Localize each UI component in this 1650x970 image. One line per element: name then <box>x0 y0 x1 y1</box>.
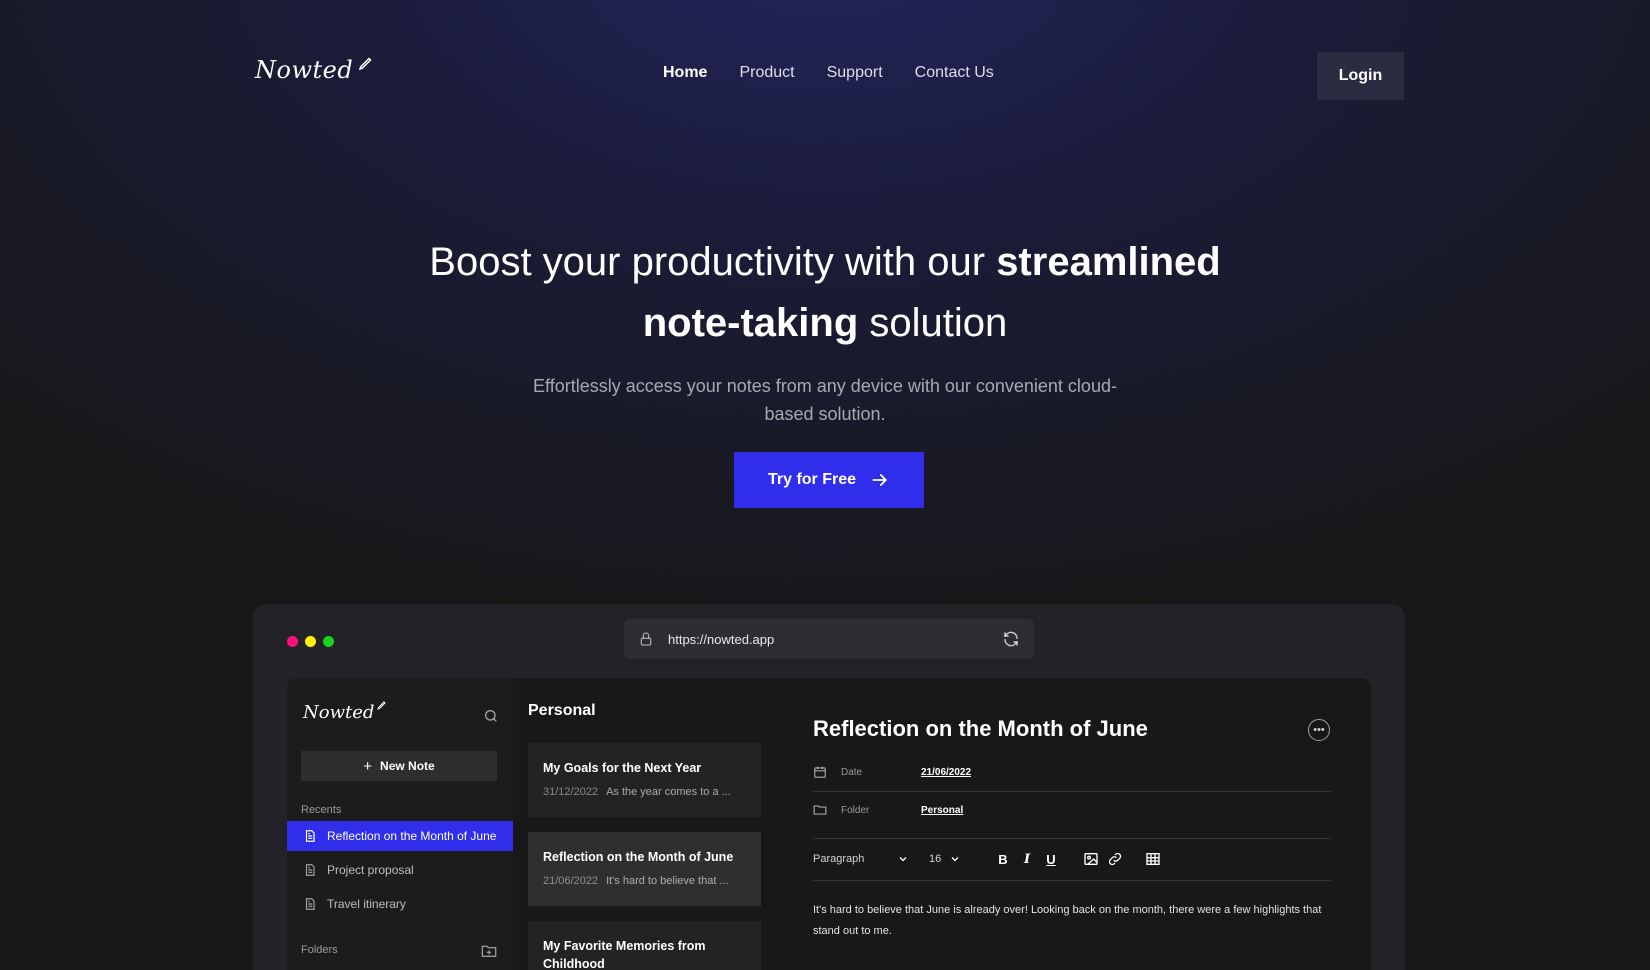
sidebar-item-travel-itinerary[interactable]: Travel itinerary <box>287 889 513 919</box>
folder-title: Personal <box>528 702 596 719</box>
note-card-title: My Favorite Memories from Childhood <box>543 939 706 970</box>
nav-link-support[interactable]: Support <box>827 64 883 82</box>
nav-link-contact[interactable]: Contact Us <box>915 64 994 82</box>
sidebar-item-label: Reflection on the Month of June <box>327 829 497 843</box>
table-icon[interactable] <box>1145 851 1161 867</box>
lock-icon <box>640 632 652 646</box>
recents-label: Recents <box>301 804 342 816</box>
cta-label: Try for Free <box>767 471 857 488</box>
window-controls <box>287 636 334 647</box>
nav-link-product[interactable]: Product <box>739 64 794 82</box>
paragraph-select-value: Paragraph <box>813 853 865 865</box>
url-text: https://nowted.app <box>668 631 775 647</box>
hero-subtitle: Effortlessly access your notes from any … <box>533 376 1117 424</box>
add-folder-icon[interactable] <box>481 944 497 958</box>
hero-title-part1: Boost your productivity with our <box>429 240 997 284</box>
sidebar-item-project-proposal[interactable]: Project proposal <box>287 855 513 885</box>
note-card-title: Reflection on the Month of June <box>543 850 734 864</box>
browser-mockup: https://nowted.app Nowted + New Note Rec… <box>253 604 1405 970</box>
folder-icon <box>813 805 827 815</box>
sidebar-item-label: Project proposal <box>327 863 414 877</box>
new-note-label: New Note <box>380 759 435 773</box>
date-property: Date 21/06/2022 <box>813 754 1331 790</box>
note-card-date: 21/06/2022 <box>543 875 599 887</box>
pen-icon <box>359 57 372 71</box>
note-body[interactable]: It's hard to believe that June is alread… <box>813 900 1333 942</box>
note-card-meta: 31/12/2022 As the year comes to a ... <box>543 786 746 798</box>
arrow-right-icon <box>872 474 887 486</box>
more-options-icon[interactable]: ••• <box>1308 719 1330 741</box>
link-icon[interactable] <box>1107 851 1123 867</box>
close-dot <box>287 636 298 647</box>
chevron-down-icon <box>951 857 959 862</box>
document-icon <box>305 864 315 876</box>
font-size-select[interactable]: 16 <box>929 853 991 865</box>
date-label: Date <box>841 766 863 778</box>
folder-value[interactable]: Personal <box>921 805 963 816</box>
main-nav: Home Product Support Contact Us <box>663 64 994 82</box>
paragraph-select[interactable]: Paragraph <box>813 853 913 865</box>
hero-title: Boost your productivity with our streaml… <box>325 232 1325 354</box>
app-preview: Nowted + New Note Recents Reflection on … <box>287 678 1371 970</box>
format-toolbar: Paragraph 16 B I U <box>813 844 1331 874</box>
sidebar-item-reflection[interactable]: Reflection on the Month of June <box>287 821 513 851</box>
folders-label: Folders <box>301 944 338 956</box>
note-card-title: My Goals for the Next Year <box>543 761 702 775</box>
search-icon[interactable] <box>483 708 499 724</box>
app-sidebar: Nowted + New Note Recents Reflection on … <box>287 678 513 970</box>
try-for-free-button[interactable]: Try for Free <box>734 452 924 508</box>
brand-logo[interactable]: Nowted <box>255 56 372 84</box>
login-button[interactable]: Login <box>1317 52 1404 100</box>
divider <box>813 880 1331 881</box>
refresh-icon[interactable] <box>1002 630 1020 648</box>
note-card-selected[interactable]: Reflection on the Month of June 21/06/20… <box>528 832 761 906</box>
note-card-preview: It's hard to believe that ... <box>606 875 729 887</box>
font-size-value: 16 <box>929 853 942 865</box>
minimize-dot <box>305 636 316 647</box>
new-note-button[interactable]: + New Note <box>301 751 497 781</box>
document-icon <box>305 830 315 842</box>
note-title[interactable]: Reflection on the Month of June <box>813 716 1148 742</box>
url-bar[interactable]: https://nowted.app <box>624 619 1034 659</box>
pen-icon <box>377 701 387 710</box>
note-card[interactable]: My Goals for the Next Year 31/12/2022 As … <box>528 743 761 817</box>
hero-title-bold1: streamlined <box>996 240 1221 284</box>
hero-title-bold2: note-taking <box>642 301 859 345</box>
divider <box>813 838 1331 839</box>
note-list: Personal My Goals for the Next Year 31/1… <box>513 678 777 970</box>
note-card-meta: 21/06/2022 It's hard to believe that ... <box>543 875 746 887</box>
note-card[interactable]: My Favorite Memories from Childhood <box>528 921 761 970</box>
note-editor: Reflection on the Month of June ••• Date… <box>777 678 1371 970</box>
note-card-preview: As the year comes to a ... <box>606 786 731 798</box>
calendar-icon <box>814 766 826 778</box>
hero-title-part2: solution <box>858 301 1008 345</box>
folder-property: Folder Personal <box>813 792 1331 828</box>
note-card-date: 31/12/2022 <box>543 786 599 798</box>
image-icon[interactable] <box>1083 851 1099 867</box>
plus-icon: + <box>363 757 373 775</box>
date-value[interactable]: 21/06/2022 <box>921 767 971 778</box>
document-icon <box>305 898 315 910</box>
underline-icon[interactable]: U <box>1043 851 1059 867</box>
bold-icon[interactable]: B <box>995 851 1011 867</box>
folder-label: Folder <box>841 804 870 816</box>
brand-logo-text: Nowted <box>255 56 354 84</box>
sidebar-item-label: Travel itinerary <box>327 897 406 911</box>
chevron-down-icon <box>899 857 907 862</box>
nav-link-home[interactable]: Home <box>663 64 707 82</box>
app-logo: Nowted <box>303 701 387 723</box>
app-logo-text: Nowted <box>303 702 375 723</box>
maximize-dot <box>323 636 334 647</box>
italic-icon[interactable]: I <box>1019 851 1035 867</box>
